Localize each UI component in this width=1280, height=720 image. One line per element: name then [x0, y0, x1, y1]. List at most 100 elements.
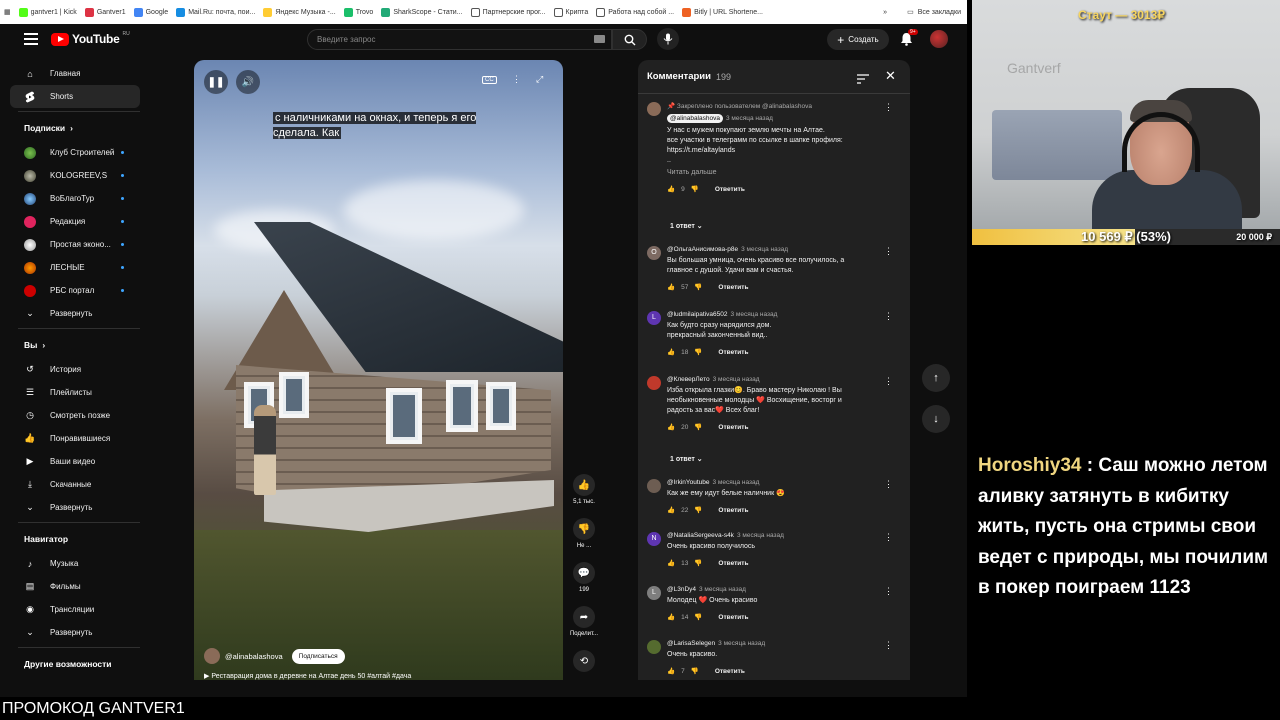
reply-button[interactable]: Ответить — [718, 507, 748, 514]
keyboard-icon[interactable] — [594, 35, 605, 43]
bookmark-item[interactable]: Яндекс Музыка -... — [263, 7, 336, 17]
thumbs-down-icon[interactable]: 👎 — [691, 667, 699, 675]
comment-time[interactable]: 3 месяца назад — [730, 311, 777, 318]
comment-avatar[interactable] — [647, 479, 661, 493]
menu-icon[interactable] — [24, 33, 38, 45]
comment-avatar[interactable] — [647, 102, 661, 116]
sidebar-item-expand[interactable]: ⌄ Развернуть — [10, 621, 140, 644]
more-icon[interactable]: ⋮ — [884, 311, 893, 322]
bookmark-item[interactable]: Bitly | URL Shortene... — [682, 7, 763, 17]
captions-button[interactable]: CC — [482, 76, 497, 84]
like-action[interactable]: 👍 5,1 тыс. — [568, 474, 600, 505]
more-icon[interactable]: ⋮ — [884, 532, 893, 543]
sidebar-item-downloads[interactable]: ⤓ Скачанные — [10, 473, 140, 496]
thumbs-down-icon[interactable]: 👎 — [573, 518, 595, 540]
mic-button[interactable] — [657, 28, 679, 50]
comment-author[interactable]: @L3nDy4 — [667, 586, 696, 593]
subscribe-button[interactable]: Подписаться — [291, 648, 345, 664]
comment-time[interactable]: 3 месяца назад — [699, 586, 746, 593]
apps-icon[interactable]: ▦ — [4, 8, 11, 16]
reply-button[interactable]: Ответить — [715, 668, 745, 675]
more-icon[interactable]: ⋮ — [884, 640, 893, 651]
search-input[interactable]: Введите запрос — [307, 29, 612, 50]
sidebar-item-movies[interactable]: ▤ Фильмы — [10, 575, 140, 598]
sidebar-item-watch-later[interactable]: ◷ Смотреть позже — [10, 404, 140, 427]
comment-avatar[interactable]: L — [647, 311, 661, 325]
previous-short-button[interactable]: ↑ — [922, 364, 950, 392]
bookmark-item[interactable]: gantver1 | Kick — [18, 7, 77, 17]
sidebar-item-channel[interactable]: Редакция — [10, 210, 140, 233]
replies-toggle[interactable]: 1 ответ ⌄ — [670, 222, 703, 230]
sidebar-item-playlists[interactable]: ☰ Плейлисты — [10, 381, 140, 404]
thumbs-down-icon[interactable]: 👎 — [694, 506, 702, 514]
sidebar-item-home[interactable]: ⌂ Главная — [10, 62, 140, 85]
create-button[interactable]: + Создать — [827, 29, 889, 50]
reply-button[interactable]: Ответить — [718, 614, 748, 621]
all-bookmarks[interactable]: » ▭ Все закладки — [883, 8, 961, 17]
thumbs-up-icon[interactable]: 👍 — [667, 559, 675, 567]
comment-avatar[interactable]: O — [647, 246, 661, 260]
pause-button[interactable]: ❚❚ — [204, 70, 228, 94]
comment-author[interactable]: @LarisaSelegen — [667, 640, 715, 647]
sort-icon[interactable] — [857, 71, 869, 89]
comment-author[interactable]: @alinabalashova — [667, 114, 723, 123]
comment-avatar[interactable]: N — [647, 532, 661, 546]
thumbs-up-icon[interactable]: 👍 — [667, 185, 675, 193]
comment-link[interactable]: https://t.me/altaylands — [667, 146, 877, 156]
more-icon[interactable]: ⋮ — [884, 376, 893, 387]
comment-avatar[interactable] — [647, 376, 661, 390]
comment-author[interactable]: @КлеверЛето — [667, 376, 710, 383]
sidebar-item-music[interactable]: ♪ Музыка — [10, 552, 140, 575]
sidebar-item-channel[interactable]: РБС портал — [10, 279, 140, 302]
thumbs-up-icon[interactable]: 👍 — [667, 667, 675, 675]
thumbs-up-icon[interactable]: 👍 — [573, 474, 595, 496]
remix-action[interactable]: ⟲ — [568, 650, 600, 675]
comment-time[interactable]: 3 месяца назад — [718, 640, 765, 647]
thumbs-down-icon[interactable]: 👎 — [694, 283, 702, 291]
share-action[interactable]: ➦ Поделит... — [568, 606, 600, 637]
share-icon[interactable]: ➦ — [573, 606, 595, 628]
sidebar-item-channel[interactable]: ВоБлагоТур — [10, 187, 140, 210]
bookmark-item[interactable]: Google — [133, 7, 168, 17]
sidebar-item-live[interactable]: ◉ Трансляции — [10, 598, 140, 621]
channel-avatar[interactable] — [204, 648, 220, 664]
channel-name[interactable]: @alinabalashova — [225, 652, 283, 661]
more-icon[interactable]: ⋮ — [884, 586, 893, 597]
more-icon[interactable]: ⋮ — [884, 102, 893, 113]
bookmark-item[interactable]: SharkScope - Стати... — [381, 7, 463, 17]
replies-toggle[interactable]: 1 ответ ⌄ — [670, 455, 703, 463]
video-title[interactable]: ▶ Реставрация дома в деревне на Алтае де… — [204, 672, 411, 680]
bookmark-item[interactable]: Партнерские прог... — [470, 7, 546, 17]
reply-button[interactable]: Ответить — [718, 560, 748, 567]
read-more-link[interactable]: Читать дальше — [667, 168, 877, 178]
next-short-button[interactable]: ↓ — [922, 405, 950, 433]
thumbs-up-icon[interactable]: 👍 — [667, 283, 675, 291]
thumbs-up-icon[interactable]: 👍 — [667, 613, 675, 621]
thumbs-down-icon[interactable]: 👎 — [694, 559, 702, 567]
reply-button[interactable]: Ответить — [718, 284, 748, 291]
reply-button[interactable]: Ответить — [715, 186, 745, 193]
thumbs-down-icon[interactable]: 👎 — [694, 613, 702, 621]
avatar[interactable] — [930, 30, 948, 48]
comment-author[interactable]: @ОльгаАнисимова-р8е — [667, 246, 738, 253]
comment-time[interactable]: 3 месяца назад — [713, 376, 760, 383]
remix-icon[interactable]: ⟲ — [573, 650, 595, 672]
comment-author[interactable]: @NataliaSergeeva-s4k — [667, 532, 734, 539]
more-icon[interactable]: ⋮ — [512, 74, 521, 85]
comments-action[interactable]: 💬 199 — [568, 562, 600, 593]
more-icon[interactable]: ⋮ — [884, 479, 893, 490]
sidebar-item-channel[interactable]: Простая эконо... — [10, 233, 140, 256]
comment-time[interactable]: 3 месяца назад — [713, 479, 760, 486]
volume-button[interactable]: 🔊 — [236, 70, 260, 94]
thumbs-up-icon[interactable]: 👍 — [667, 506, 675, 514]
notifications-button[interactable]: 9+ — [900, 29, 918, 46]
comment-icon[interactable]: 💬 — [573, 562, 595, 584]
sidebar-item-liked[interactable]: 👍 Понравившиеся — [10, 427, 140, 450]
bookmark-item[interactable]: Trovo — [343, 7, 373, 17]
reply-button[interactable]: Ответить — [718, 349, 748, 356]
subscriptions-header[interactable]: Подписки › — [10, 115, 140, 141]
sidebar-item-expand[interactable]: ⌄ Развернуть — [10, 302, 140, 325]
sidebar-item-history[interactable]: ↺ История — [10, 358, 140, 381]
sidebar-item-channel[interactable]: KOLOGREEV,S — [10, 164, 140, 187]
shorts-video-player[interactable]: с наличниками на окнах, и теперь я его с… — [194, 60, 563, 680]
